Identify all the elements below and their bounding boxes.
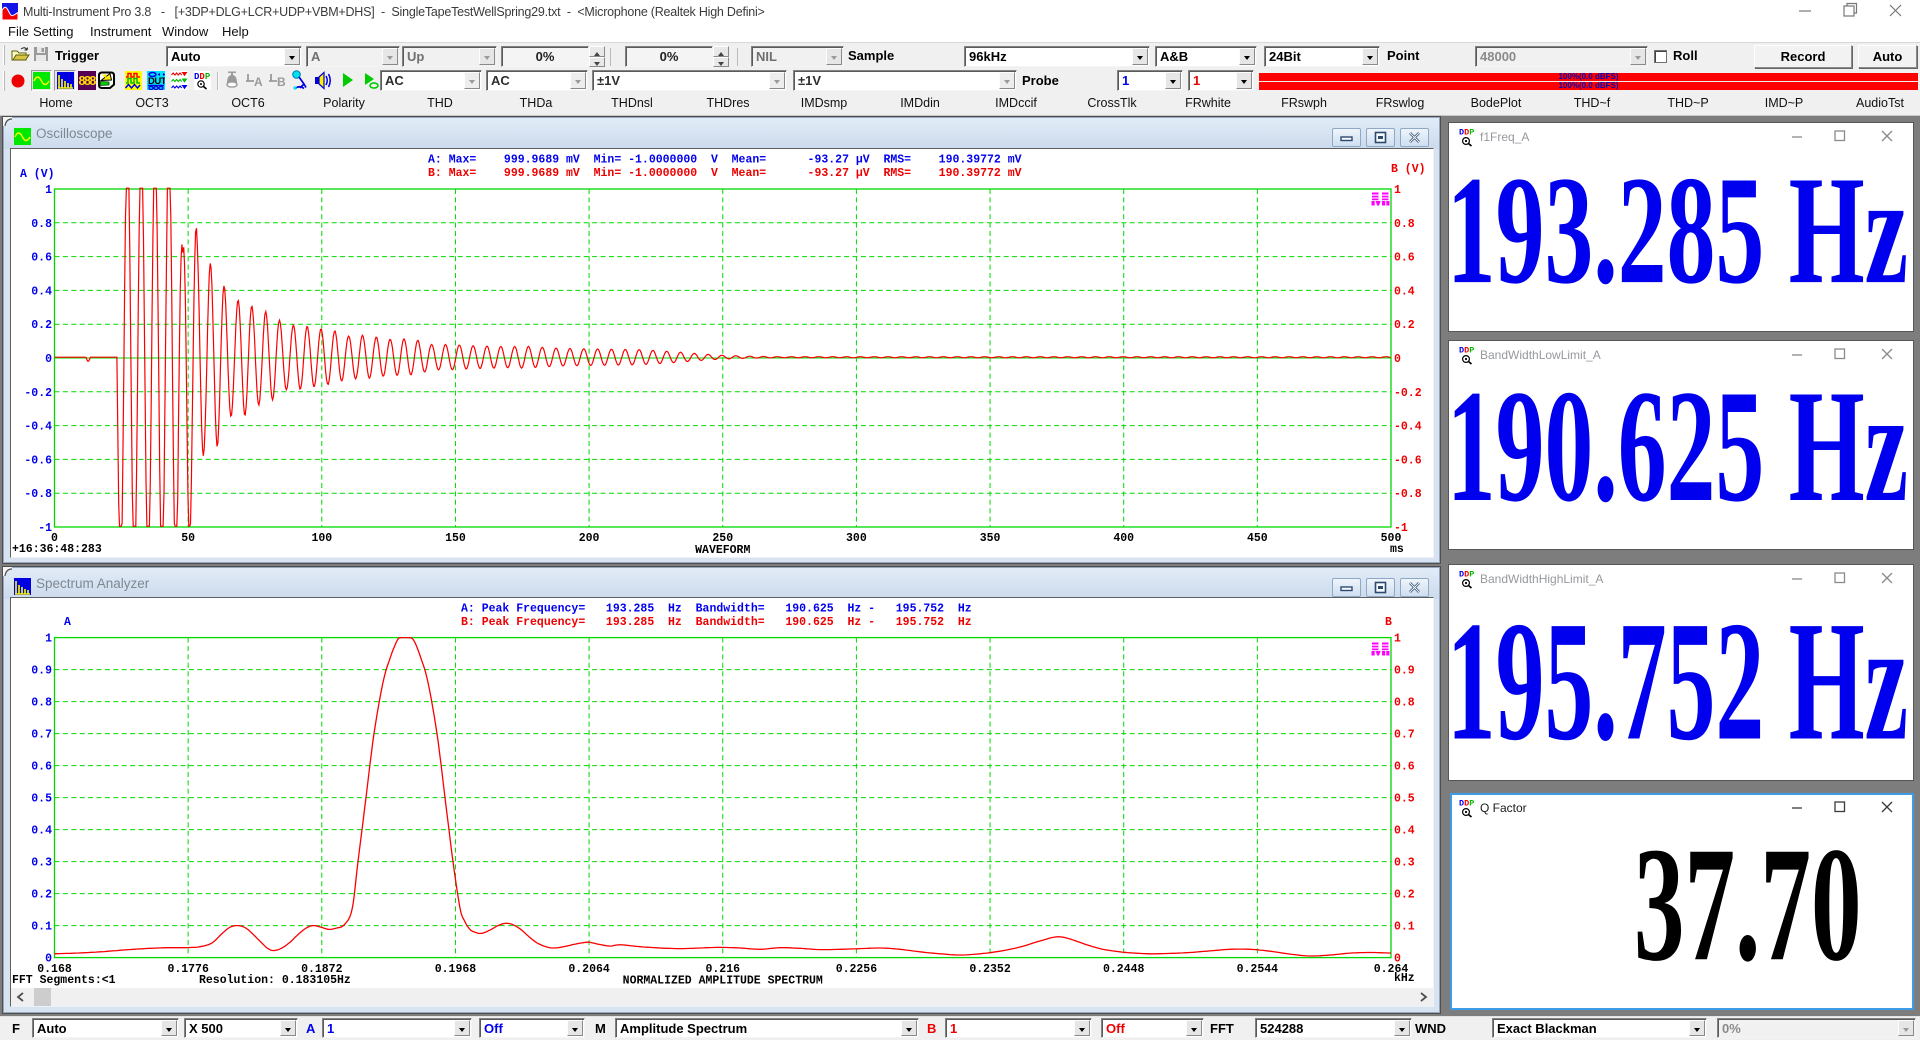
svg-text:B: Peak Frequency= 193.285: B: Peak Frequency= 193.285 Hz Bandwidth=… bbox=[461, 616, 972, 629]
svg-text:A: A bbox=[64, 616, 71, 629]
svg-text:0.9: 0.9 bbox=[31, 665, 52, 678]
svg-text:0.7: 0.7 bbox=[1394, 729, 1415, 742]
svg-text:0.2448: 0.2448 bbox=[1103, 963, 1145, 976]
svg-text:0.2: 0.2 bbox=[1394, 889, 1415, 902]
svg-text:-0.2: -0.2 bbox=[24, 386, 52, 399]
svg-text:450: 450 bbox=[1247, 532, 1268, 545]
svg-text:0.7: 0.7 bbox=[31, 729, 52, 742]
svg-text:0.2: 0.2 bbox=[31, 319, 52, 332]
svg-text:0: 0 bbox=[1394, 353, 1401, 366]
svg-text:1: 1 bbox=[45, 633, 52, 646]
svg-text:A (V): A (V) bbox=[20, 168, 55, 181]
svg-text:A: Peak Frequency= 193.285: A: Peak Frequency= 193.285 Hz Bandwidth=… bbox=[461, 603, 972, 616]
svg-text:0.2064: 0.2064 bbox=[568, 963, 610, 976]
svg-text:FFT Segments:<1: FFT Segments:<1 bbox=[12, 974, 116, 987]
svg-text:Resolution: 0.183105Hz: Resolution: 0.183105Hz bbox=[199, 974, 351, 987]
svg-text:kHz: kHz bbox=[1394, 972, 1415, 985]
svg-text:0.5: 0.5 bbox=[1394, 793, 1415, 806]
svg-text:350: 350 bbox=[980, 532, 1001, 545]
svg-text:0.8: 0.8 bbox=[31, 217, 52, 230]
svg-text:0.3: 0.3 bbox=[1394, 857, 1415, 870]
svg-text:-0.8: -0.8 bbox=[1394, 488, 1422, 501]
svg-text:-0.4: -0.4 bbox=[1394, 420, 1422, 433]
svg-text:0.8: 0.8 bbox=[1394, 697, 1415, 710]
svg-text:0.8: 0.8 bbox=[1394, 217, 1415, 230]
svg-text:50: 50 bbox=[181, 532, 195, 545]
svg-text:0.2544: 0.2544 bbox=[1237, 963, 1279, 976]
svg-text:0.6: 0.6 bbox=[31, 251, 52, 264]
svg-text:300: 300 bbox=[846, 532, 867, 545]
svg-text:-0.2: -0.2 bbox=[1394, 386, 1422, 399]
svg-text:0.2352: 0.2352 bbox=[969, 963, 1011, 976]
svg-text:A: Max= 999.9689 mV Min= -: A: Max= 999.9689 mV Min= -1.0000000 V Me… bbox=[428, 153, 1022, 166]
svg-text:B: Max= 999.9689 mV Min= -: B: Max= 999.9689 mV Min= -1.0000000 V Me… bbox=[428, 167, 1022, 180]
svg-text:-1: -1 bbox=[38, 522, 52, 535]
svg-text:0.2: 0.2 bbox=[1394, 319, 1415, 332]
svg-text:0.1: 0.1 bbox=[31, 921, 52, 934]
svg-text:100: 100 bbox=[311, 532, 332, 545]
svg-text:200: 200 bbox=[579, 532, 600, 545]
svg-text:0.4: 0.4 bbox=[1394, 825, 1415, 838]
svg-text:1: 1 bbox=[45, 184, 52, 197]
svg-text:WAVEFORM: WAVEFORM bbox=[695, 544, 750, 557]
svg-text:B: B bbox=[277, 75, 286, 89]
svg-text:-0.8: -0.8 bbox=[24, 488, 52, 501]
svg-text:NORMALIZED AMPLITUDE SPECTRUM: NORMALIZED AMPLITUDE SPECTRUM bbox=[623, 975, 823, 988]
svg-text:+16:36:48:283: +16:36:48:283 bbox=[12, 543, 102, 556]
svg-text:150: 150 bbox=[445, 532, 466, 545]
svg-text:A: A bbox=[254, 75, 263, 89]
svg-text:0.9: 0.9 bbox=[1394, 665, 1415, 678]
svg-text:-0.4: -0.4 bbox=[24, 420, 52, 433]
svg-text:0.4: 0.4 bbox=[31, 285, 52, 298]
svg-text:0.2256: 0.2256 bbox=[836, 963, 878, 976]
svg-text:888: 888 bbox=[79, 74, 97, 88]
svg-text:0.4: 0.4 bbox=[31, 825, 52, 838]
svg-text:0.4: 0.4 bbox=[1394, 285, 1415, 298]
svg-text:0.6: 0.6 bbox=[1394, 251, 1415, 264]
svg-text:-0.6: -0.6 bbox=[1394, 454, 1422, 467]
svg-text:0.2: 0.2 bbox=[31, 889, 52, 902]
svg-text:0: 0 bbox=[45, 353, 52, 366]
svg-text:ms: ms bbox=[1390, 543, 1404, 556]
svg-text:DDP: DDP bbox=[1459, 569, 1474, 579]
svg-text:1: 1 bbox=[1394, 633, 1401, 646]
svg-text:400: 400 bbox=[1113, 532, 1134, 545]
svg-text:DDP: DDP bbox=[1459, 346, 1474, 356]
svg-text:0.1968: 0.1968 bbox=[435, 963, 477, 976]
svg-text:B (V): B (V) bbox=[1391, 163, 1426, 176]
svg-text:0.1: 0.1 bbox=[1394, 921, 1415, 934]
svg-text:B: B bbox=[1385, 616, 1392, 629]
svg-text:DDP: DDP bbox=[1459, 799, 1474, 809]
svg-text:0.3: 0.3 bbox=[31, 857, 52, 870]
svg-text:1: 1 bbox=[1394, 184, 1401, 197]
svg-text:0.6: 0.6 bbox=[31, 761, 52, 774]
svg-text:0.6: 0.6 bbox=[1394, 761, 1415, 774]
svg-text:DDP: DDP bbox=[1459, 128, 1474, 138]
svg-text:0.5: 0.5 bbox=[31, 793, 52, 806]
svg-text:0.8: 0.8 bbox=[31, 697, 52, 710]
svg-text:-0.6: -0.6 bbox=[24, 454, 52, 467]
